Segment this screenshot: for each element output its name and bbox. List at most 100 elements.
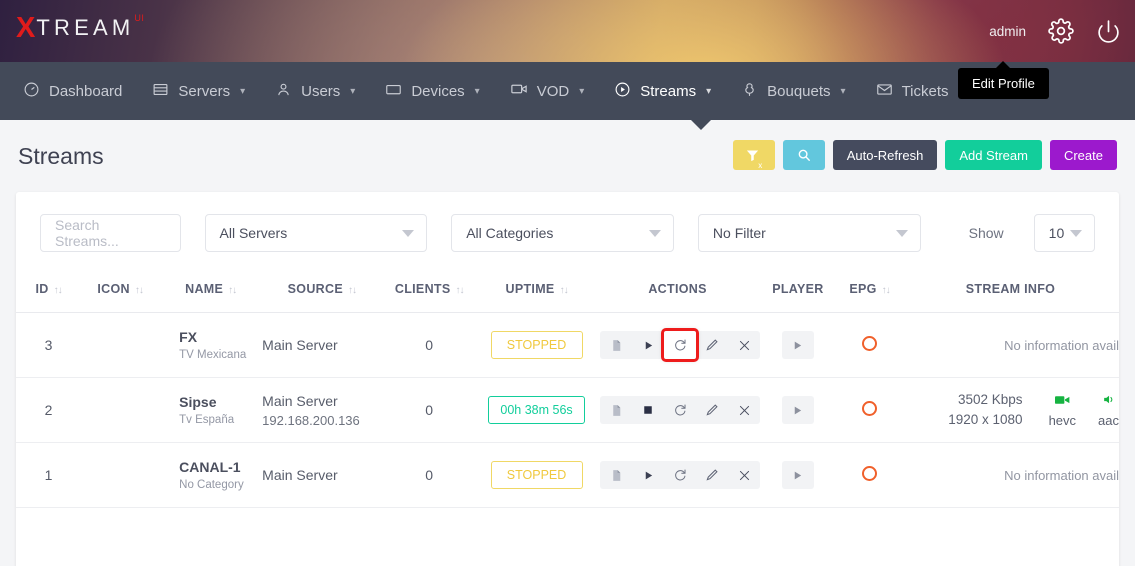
cell-id: 2	[16, 378, 81, 443]
sort-toggle-icon[interactable]: ↑↓	[560, 285, 568, 296]
action-restart-button[interactable]	[664, 396, 696, 424]
action-file-button[interactable]	[600, 396, 632, 424]
action-button-group	[600, 396, 760, 424]
nav-item-label: Users	[301, 83, 340, 100]
sort-toggle-icon[interactable]: ↑↓	[882, 285, 890, 296]
category-select[interactable]: All Categories	[451, 214, 674, 252]
cell-id: 1	[16, 443, 81, 508]
source-address: 192.168.200.136	[262, 413, 377, 428]
play-circle-icon	[614, 81, 631, 102]
streams-table: ID↑↓ICON↑↓NAME↑↓SOURCE↑↓CLIENTS↑↓UPTIME↑…	[16, 268, 1119, 508]
column-header-epg[interactable]: EPG↑↓	[837, 268, 902, 313]
cell-actions	[596, 443, 759, 508]
nav-item-label: Devices	[411, 83, 464, 100]
column-header-id[interactable]: ID↑↓	[16, 268, 81, 313]
nav-item-label: VOD	[537, 83, 570, 100]
sort-toggle-icon[interactable]: ↑↓	[455, 285, 463, 296]
status-filter-select[interactable]: No Filter	[698, 214, 921, 252]
page-size-select[interactable]: 10	[1034, 214, 1095, 252]
cell-actions	[596, 313, 759, 378]
nav-item-tickets[interactable]: Tickets	[861, 62, 964, 120]
stream-id: 2	[45, 402, 53, 418]
column-header-actions: ACTIONS	[596, 268, 759, 313]
cell-uptime: STOPPED	[477, 443, 596, 508]
search-input-wrapper[interactable]: Search Streams...	[40, 214, 181, 252]
action-play-button[interactable]	[632, 331, 664, 359]
sort-toggle-icon[interactable]: ↑↓	[135, 285, 143, 296]
column-label: UPTIME	[506, 282, 555, 296]
action-play-button[interactable]	[632, 461, 664, 489]
video-codec: hevc	[1049, 393, 1076, 428]
action-close-button[interactable]	[728, 461, 760, 489]
action-restart-button[interactable]	[664, 461, 696, 489]
sort-toggle-icon[interactable]: ↑↓	[348, 285, 356, 296]
codec-group: hevc aac	[1049, 393, 1119, 428]
clear-filter-button[interactable]: x	[733, 140, 775, 170]
column-header-clients[interactable]: CLIENTS↑↓	[381, 268, 476, 313]
column-label: SOURCE	[288, 282, 343, 296]
app-logo[interactable]: X TREAM UI	[16, 14, 144, 43]
column-header-stream-info: STREAM INFO	[902, 268, 1119, 313]
column-header-uptime[interactable]: UPTIME ↑↓	[477, 268, 596, 313]
action-file-button[interactable]	[600, 331, 632, 359]
player-play-button[interactable]	[782, 461, 814, 489]
nav-item-devices[interactable]: Devices ▾	[370, 62, 494, 120]
admin-username[interactable]: admin	[989, 24, 1026, 39]
logo-wordmark: TREAM	[35, 17, 134, 40]
search-toggle-button[interactable]	[783, 140, 825, 170]
sort-toggle-icon[interactable]: ↑↓	[54, 285, 62, 296]
cell-source: Main Server	[262, 443, 381, 508]
power-icon[interactable]	[1096, 19, 1121, 44]
nav-item-streams[interactable]: Streams ▾	[599, 62, 726, 120]
cell-source: Main Server 192.168.200.136	[262, 378, 381, 443]
add-stream-button[interactable]: Add Stream	[945, 140, 1042, 170]
nav-item-servers[interactable]: Servers▾	[137, 62, 260, 120]
action-close-button[interactable]	[728, 396, 760, 424]
nav-item-label: Streams	[640, 83, 696, 100]
player-play-button[interactable]	[782, 331, 814, 359]
stream-bitrate: 3502 Kbps	[948, 390, 1022, 410]
no-info-text: No information avail	[1004, 338, 1119, 353]
column-header-icon[interactable]: ICON↑↓	[81, 268, 159, 313]
action-file-button[interactable]	[600, 461, 632, 489]
player-play-button[interactable]	[782, 396, 814, 424]
page-title: Streams	[18, 143, 104, 170]
no-info-text: No information avail	[1004, 468, 1119, 483]
cell-epg	[837, 313, 902, 378]
gear-icon[interactable]	[1048, 18, 1074, 44]
page-size-value: 10	[1049, 225, 1065, 241]
action-button-group	[600, 331, 760, 359]
create-button[interactable]: Create	[1050, 140, 1117, 170]
edit-profile-tooltip: Edit Profile	[958, 68, 1049, 99]
nav-item-dashboard[interactable]: Dashboard	[8, 62, 137, 120]
status-badge: 00h 38m 56s	[488, 396, 584, 424]
server-select[interactable]: All Servers	[205, 214, 428, 252]
speaker-icon	[1101, 393, 1116, 409]
sort-toggle-icon[interactable]: ↑↓	[228, 285, 236, 296]
stream-name: CANAL-1	[179, 459, 258, 475]
action-edit-button[interactable]	[696, 461, 728, 489]
stream-id: 3	[45, 337, 53, 353]
action-edit-button[interactable]	[696, 331, 728, 359]
epg-circle-icon	[862, 466, 877, 481]
action-restart-button[interactable]	[664, 331, 696, 359]
cell-epg	[837, 443, 902, 508]
server-select-value: All Servers	[220, 225, 288, 241]
column-header-source[interactable]: SOURCE ↑↓	[262, 268, 381, 313]
nav-item-bouquets[interactable]: Bouquets▾	[726, 62, 860, 120]
nav-item-users[interactable]: Users▾	[260, 62, 370, 120]
brand-bar: X TREAM UI admin	[0, 0, 1135, 62]
auto-refresh-button[interactable]: Auto-Refresh	[833, 140, 938, 170]
cell-stream-info: No information avail	[902, 443, 1119, 508]
column-label: PLAYER	[772, 282, 823, 296]
stream-id: 1	[45, 467, 53, 483]
action-stop-button[interactable]	[632, 396, 664, 424]
action-close-button[interactable]	[728, 331, 760, 359]
chevron-down-icon: ▾	[706, 86, 711, 97]
action-edit-button[interactable]	[696, 396, 728, 424]
column-header-name[interactable]: NAME↑↓	[159, 268, 262, 313]
table-header: ID↑↓ICON↑↓NAME↑↓SOURCE↑↓CLIENTS↑↓UPTIME↑…	[16, 268, 1119, 313]
page-header: Streams x Auto-Refresh Add Stream Create	[0, 120, 1135, 192]
chevron-down-icon: ▾	[475, 86, 480, 97]
nav-item-vod[interactable]: VOD▾	[495, 62, 600, 120]
